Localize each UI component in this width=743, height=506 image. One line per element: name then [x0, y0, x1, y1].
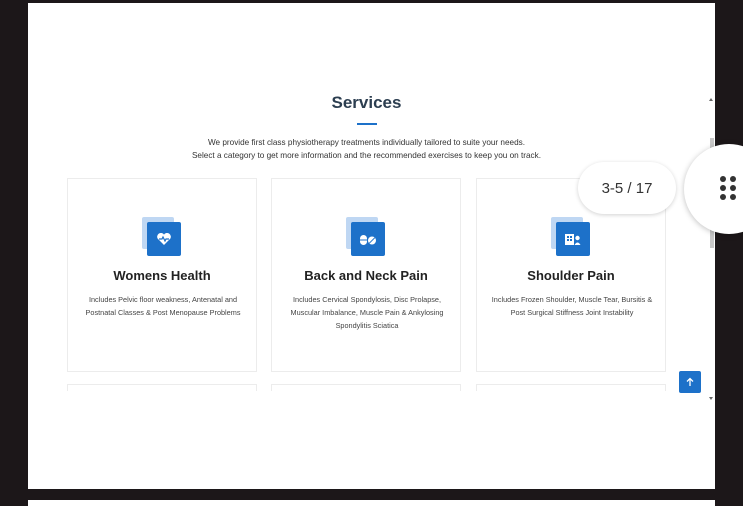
- service-card-womens-health[interactable]: Womens Health Includes Pelvic floor weak…: [67, 178, 257, 372]
- grid-dots-icon: [720, 176, 740, 204]
- intro-line-2: Select a category to get more informatio…: [191, 151, 542, 160]
- next-slide-edge: [28, 500, 715, 506]
- heart-pulse-icon: [147, 222, 181, 256]
- screenshot-slide: Services We provide first class physioth…: [28, 3, 715, 489]
- intro-line-1: We provide first class physiotherapy tre…: [207, 138, 526, 147]
- section-intro: We provide first class physiotherapy tre…: [28, 136, 705, 162]
- service-card-back-neck-pain[interactable]: Back and Neck Pain Includes Cervical Spo…: [271, 178, 461, 372]
- back-to-top-button[interactable]: [679, 371, 701, 393]
- card-description: Includes Pelvic floor weakness, Antenata…: [85, 295, 241, 317]
- page-counter: 3-5 / 17: [578, 162, 676, 214]
- scrollbar[interactable]: [708, 98, 714, 400]
- pills-icon: [351, 222, 385, 256]
- title-underline: [357, 123, 377, 125]
- arrow-up-icon: [686, 377, 694, 386]
- card-title: Shoulder Pain: [527, 268, 615, 283]
- card-title: Back and Neck Pain: [304, 268, 428, 283]
- hospital-user-icon: [556, 222, 590, 256]
- card-description: Includes Cervical Spondylosis, Disc Prol…: [290, 295, 444, 330]
- section-title: Services: [331, 93, 402, 112]
- scroll-down-arrow[interactable]: [709, 397, 713, 400]
- content-clip: [28, 391, 705, 401]
- scroll-up-arrow[interactable]: [709, 98, 713, 101]
- card-description: Includes Frozen Shoulder, Muscle Tear, B…: [491, 295, 653, 317]
- card-title: Womens Health: [113, 268, 211, 283]
